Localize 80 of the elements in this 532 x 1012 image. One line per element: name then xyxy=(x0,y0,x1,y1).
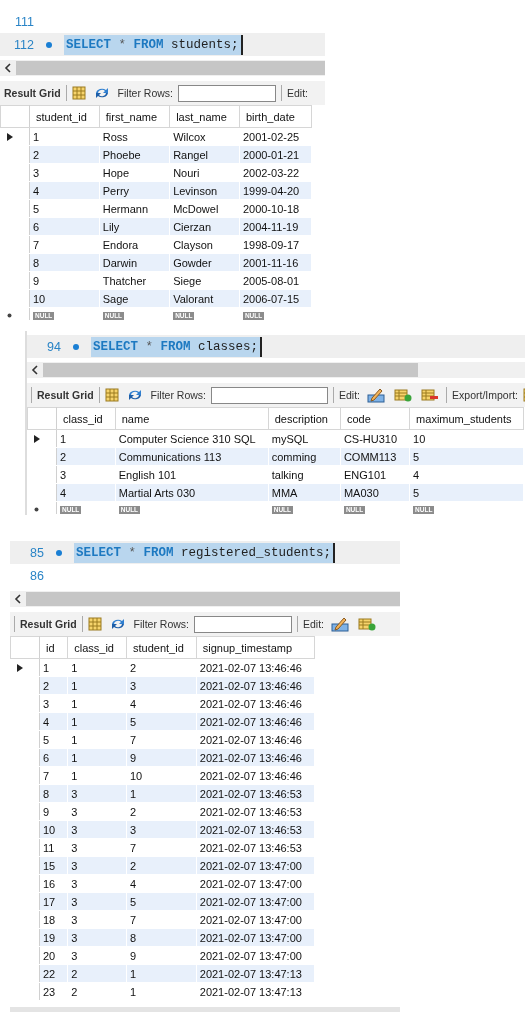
column-grid-icon[interactable] xyxy=(71,86,86,100)
statement-dot-icon xyxy=(56,549,62,556)
table-cell: 1 xyxy=(56,429,116,448)
line-number: 111 xyxy=(14,14,34,29)
add-row-icon[interactable] xyxy=(358,617,377,631)
table-cell: Computer Science 310 SQL xyxy=(115,429,269,448)
horizontal-scrollbar[interactable] xyxy=(27,362,525,378)
table-cell: 16 xyxy=(39,874,68,893)
add-row-icon[interactable] xyxy=(394,388,413,402)
delete-row-icon[interactable] xyxy=(421,388,440,402)
new-row-icon xyxy=(7,313,12,318)
filter-field[interactable] xyxy=(211,386,329,404)
statement-dot-icon xyxy=(46,41,52,48)
column-header[interactable]: student_id xyxy=(126,636,197,659)
table-cell: 20 xyxy=(39,946,68,965)
filter-field[interactable] xyxy=(194,615,293,633)
scroll-left-icon[interactable] xyxy=(14,594,22,604)
column-header[interactable]: name xyxy=(115,407,269,430)
result-grid-tab[interactable]: Result Grid xyxy=(37,389,94,401)
table-cell: 2001-02-25 xyxy=(239,127,312,146)
table-cell: 9 xyxy=(39,802,68,821)
column-header[interactable]: last_name xyxy=(169,105,240,128)
table-cell: 10 xyxy=(409,429,524,448)
table-cell: 5 xyxy=(39,730,68,749)
filter-label: Filter Rows: xyxy=(150,389,207,401)
edit-pencil-icon[interactable] xyxy=(367,387,386,403)
table-cell: 18 xyxy=(39,910,68,929)
line-number: 85 xyxy=(29,545,44,560)
column-header[interactable]: birth_date xyxy=(239,105,312,128)
table-cell: CS-HU310 xyxy=(340,429,410,448)
scrollbar-thumb[interactable] xyxy=(16,61,325,75)
toolbar-label: Edit: xyxy=(287,87,309,99)
line-number: 94 xyxy=(46,339,61,354)
column-grid-icon[interactable] xyxy=(87,617,102,631)
column-header[interactable]: signup_timestamp xyxy=(196,636,315,659)
column-header[interactable]: description xyxy=(268,407,341,430)
scrollbar-thumb[interactable] xyxy=(26,592,400,606)
table-cell: 11 xyxy=(39,838,68,857)
filter-field[interactable] xyxy=(178,84,277,102)
filter-label: Filter Rows: xyxy=(117,87,174,99)
result-grid-tab[interactable]: Result Grid xyxy=(4,87,61,99)
toolbar-label: Edit: xyxy=(303,618,325,630)
table-cell: 3 xyxy=(39,694,68,713)
column-header[interactable]: code xyxy=(340,407,410,430)
sql-statement[interactable]: SELECT * FROM registered_students; xyxy=(74,542,336,563)
table-cell: 9 xyxy=(29,271,100,290)
column-grid-icon[interactable] xyxy=(104,388,119,402)
horizontal-scrollbar[interactable] xyxy=(10,591,400,607)
filter-label: Filter Rows: xyxy=(133,618,190,630)
toolbar-label: Edit: xyxy=(339,389,361,401)
column-header[interactable]: first_name xyxy=(99,105,170,128)
column-header[interactable]: class_id xyxy=(67,636,127,659)
table-cell: 7 xyxy=(39,766,68,785)
edit-pencil-icon[interactable] xyxy=(331,616,350,632)
scrollbar-thumb[interactable] xyxy=(43,363,419,377)
toolbar-label: Export/Import: xyxy=(452,389,518,401)
sql-statement[interactable]: SELECT * FROM students; xyxy=(64,34,243,55)
new-row-icon xyxy=(34,507,39,512)
table-cell: 23 xyxy=(39,982,68,1001)
table-cell: 7 xyxy=(29,235,100,254)
table-cell: 5 xyxy=(29,199,100,218)
table-cell: 3 xyxy=(56,465,116,484)
table-cell: 1 xyxy=(39,658,68,677)
table-cell: 1 xyxy=(29,127,100,146)
line-number: 86 xyxy=(29,568,44,583)
table-cell: 3 xyxy=(29,163,100,182)
column-header[interactable]: class_id xyxy=(56,407,116,430)
line-number: 112 xyxy=(13,37,34,52)
column-header[interactable]: maximum_students xyxy=(409,407,524,430)
statement-dot-icon xyxy=(73,343,79,350)
table-cell: Ross xyxy=(99,127,170,146)
horizontal-scrollbar[interactable] xyxy=(0,60,325,76)
scroll-left-icon[interactable] xyxy=(4,63,12,73)
sql-statement[interactable]: SELECT * FROM classes; xyxy=(91,336,263,357)
column-header[interactable]: id xyxy=(39,636,68,659)
scroll-left-icon[interactable] xyxy=(31,365,39,375)
column-header[interactable]: student_id xyxy=(29,105,100,128)
table-cell: Wilcox xyxy=(169,127,240,146)
result-grid-tab[interactable]: Result Grid xyxy=(20,618,77,630)
table-cell: mySQL xyxy=(268,429,341,448)
